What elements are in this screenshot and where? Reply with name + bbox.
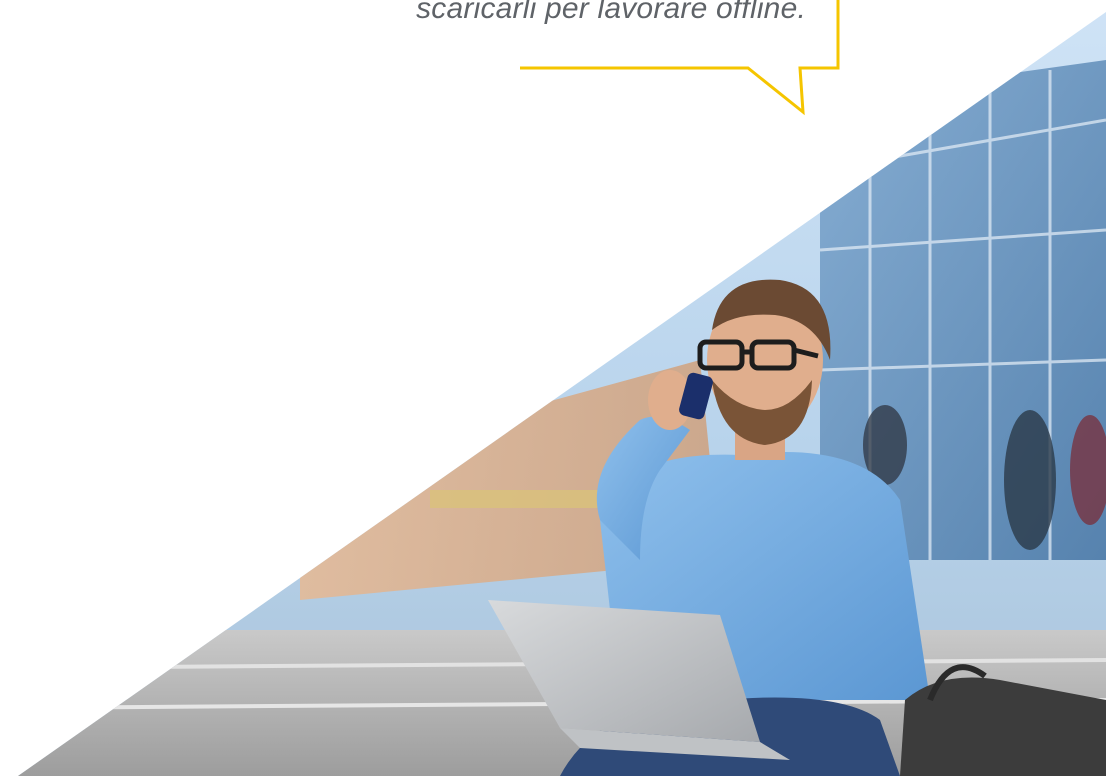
hero-banner: scaricarli per lavorare offline.	[0, 0, 1106, 776]
quote-text: scaricarli per lavorare offline.	[416, 0, 806, 25]
man-with-phone-and-laptop-photo	[18, 12, 1106, 776]
